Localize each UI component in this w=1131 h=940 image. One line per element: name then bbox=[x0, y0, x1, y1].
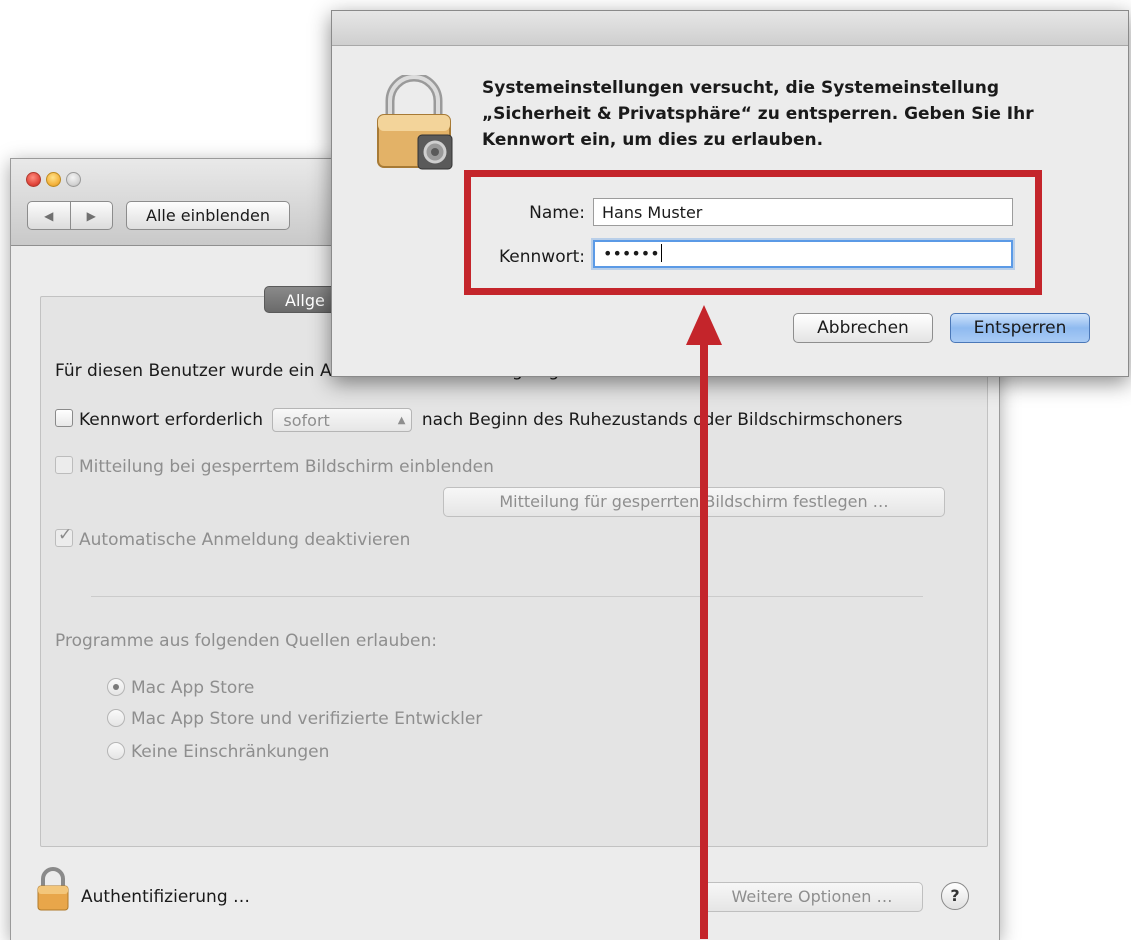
more-options-button[interactable]: Weitere Optionen … bbox=[701, 882, 923, 912]
disable-autologin-row: ✓ Automatische Anmeldung deaktivieren bbox=[55, 525, 411, 550]
lock-icon bbox=[377, 75, 453, 170]
lock-message-row: Mitteilung bei gesperrtem Bildschirm ein… bbox=[55, 456, 494, 477]
highlight-box bbox=[464, 170, 1042, 295]
back-forward-control: ◀ ▶ bbox=[27, 201, 113, 230]
lock-message-label: Mitteilung bei gesperrtem Bildschirm ein… bbox=[79, 457, 494, 477]
lock-message-checkbox[interactable] bbox=[55, 456, 73, 474]
show-all-button[interactable]: Alle einblenden bbox=[126, 201, 290, 230]
help-button[interactable]: ? bbox=[941, 882, 969, 910]
minimize-window-button[interactable] bbox=[46, 172, 61, 187]
require-password-suffix: nach Beginn des Ruhezustands oder Bildsc… bbox=[421, 410, 903, 430]
disable-autologin-label: Automatische Anmeldung deaktivieren bbox=[79, 530, 411, 550]
app-source-option[interactable]: Mac App Store und verifizierte Entwickle… bbox=[107, 709, 482, 729]
set-lock-message-button[interactable]: Mitteilung für gesperrten Bildschirm fes… bbox=[443, 487, 945, 517]
require-password-delay-select[interactable]: sofort ▲ bbox=[272, 408, 413, 432]
authentication-label[interactable]: Authentifizierung … bbox=[81, 887, 250, 907]
section-divider bbox=[91, 596, 923, 597]
dialog-titlebar bbox=[332, 11, 1128, 46]
forward-arrow-icon[interactable]: ▶ bbox=[71, 202, 113, 229]
close-window-button[interactable] bbox=[26, 172, 41, 187]
dialog-message: Systemeinstellungen versucht, die System… bbox=[482, 78, 1034, 150]
back-arrow-icon[interactable]: ◀ bbox=[28, 202, 71, 229]
checkmark-icon: ✓ bbox=[58, 525, 73, 545]
app-source-label: Mac App Store bbox=[131, 678, 255, 698]
require-password-delay-value: sofort bbox=[283, 411, 330, 430]
app-source-radio-anywhere[interactable] bbox=[107, 742, 125, 760]
app-source-radio-identified-developers[interactable] bbox=[107, 709, 125, 727]
app-source-option[interactable]: Keine Einschränkungen bbox=[107, 742, 329, 762]
app-source-label: Mac App Store und verifizierte Entwickle… bbox=[131, 709, 483, 729]
app-source-radio-mac-app-store[interactable] bbox=[107, 678, 125, 696]
select-stepper-icon: ▲ bbox=[397, 415, 406, 426]
cancel-button[interactable]: Abbrechen bbox=[793, 313, 933, 343]
app-source-option[interactable]: Mac App Store bbox=[107, 678, 254, 698]
allow-apps-heading: Programme aus folgenden Quellen erlauben… bbox=[55, 631, 437, 651]
lock-icon[interactable] bbox=[35, 867, 71, 911]
require-password-label: Kennwort erforderlich bbox=[79, 410, 264, 430]
zoom-window-button[interactable] bbox=[66, 172, 81, 187]
unlock-button[interactable]: Entsperren bbox=[950, 313, 1090, 343]
require-password-row: Kennwort erforderlich sofort ▲ nach Begin… bbox=[55, 408, 903, 432]
require-password-checkbox[interactable] bbox=[55, 409, 73, 427]
app-source-label: Keine Einschränkungen bbox=[131, 742, 330, 762]
disable-autologin-checkbox[interactable]: ✓ bbox=[55, 525, 73, 547]
